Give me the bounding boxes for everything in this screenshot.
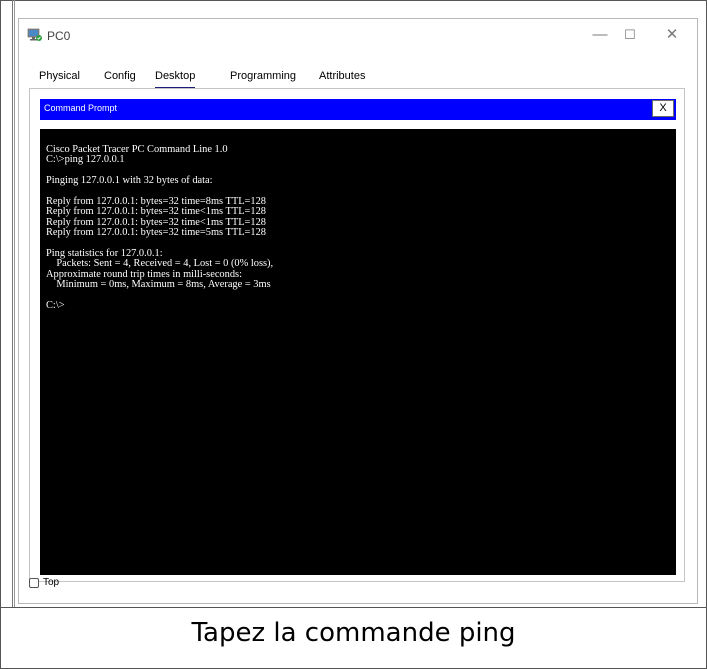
window-titlebar[interactable]: PC0 — ☐ ✕ (19, 19, 697, 53)
tab-programming[interactable]: Programming (230, 65, 296, 87)
minimize-button[interactable]: — (585, 25, 615, 45)
maximize-button[interactable]: ☐ (615, 25, 645, 45)
window-title: PC0 (47, 29, 71, 43)
pc-app-icon (27, 27, 43, 43)
terminal-output: Cisco Packet Tracer PC Command Line 1.0 … (46, 144, 274, 312)
desktop-panel: Command Prompt X Cisco Packet Tracer PC … (29, 88, 685, 582)
caption-divider (0, 607, 707, 608)
tab-config[interactable]: Config (104, 65, 136, 87)
tab-attributes[interactable]: Attributes (319, 65, 365, 87)
top-checkbox[interactable] (29, 578, 39, 588)
tab-physical[interactable]: Physical (39, 65, 80, 87)
tab-bar: Physical Config Desktop Programming Attr… (37, 65, 679, 90)
close-button[interactable]: ✕ (657, 25, 687, 45)
terminal-area[interactable]: Cisco Packet Tracer PC Command Line 1.0 … (40, 129, 676, 575)
command-prompt-titlebar: Command Prompt X (40, 99, 676, 120)
left-divider-inner (14, 0, 15, 607)
slide-caption: Tapez la commande ping (191, 618, 516, 648)
tab-desktop[interactable]: Desktop (155, 65, 196, 90)
command-prompt-title: Command Prompt (44, 103, 118, 113)
pc-window: PC0 — ☐ ✕ Physical Config Desktop Progra… (18, 18, 698, 604)
left-divider (12, 0, 13, 607)
top-checkbox-label: Top (43, 577, 60, 588)
command-prompt-close-button[interactable]: X (652, 100, 674, 117)
